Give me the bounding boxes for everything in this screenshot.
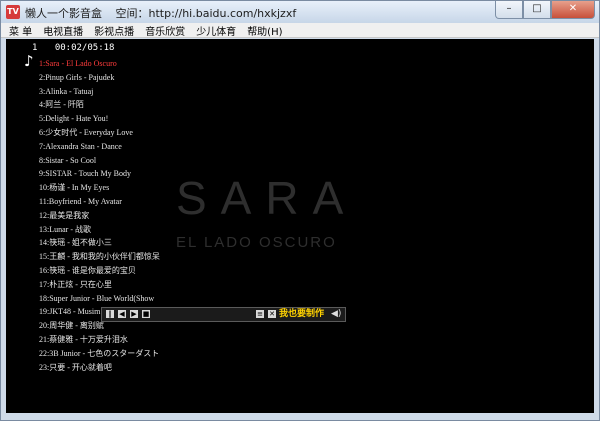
playlist-item[interactable]: 18:Super Junior - Blue World(Show	[39, 292, 189, 306]
menu-bar: 菜 单 电视直播 影视点播 音乐欣赏 少儿体育 帮助(H)	[1, 23, 599, 38]
playlist-item[interactable]: 21:蔡健雅 - 十万爱升泪水	[39, 333, 189, 347]
playlist-item[interactable]: 3:Alinka - Tatuaj	[39, 85, 189, 99]
playlist-item[interactable]: 10:杨谨 - In My Eyes	[39, 181, 189, 195]
tv-app-icon: TV	[6, 5, 20, 19]
playlist-item[interactable]: 7:Alexandra Stan - Dance	[39, 140, 189, 154]
playlist-item[interactable]: 23:只要 - 开心就着吧	[39, 361, 189, 375]
space-url: 空间：http://hi.baidu.com/hxkjzxf	[115, 7, 297, 20]
make-your-own-link[interactable]: 我也要制作	[279, 308, 324, 321]
playlist-item[interactable]: 14:筷瑶 - 姐不做小三	[39, 236, 189, 250]
volume-icon[interactable]: ◀)	[331, 309, 341, 320]
menu-tv-live[interactable]: 电视直播	[43, 23, 83, 38]
playlist-item[interactable]: 4:阿兰 - 阡陌	[39, 98, 189, 112]
menu-help[interactable]: 帮助(H)	[247, 23, 282, 38]
window-title: 懒人一个影音盒 空间：http://hi.baidu.com/hxkjzxf	[25, 5, 306, 21]
menu-music[interactable]: 音乐欣赏	[145, 23, 185, 38]
window-controls: – □ ✕	[495, 1, 595, 19]
menu-kids-sports[interactable]: 少儿体育	[196, 23, 236, 38]
app-title: 懒人一个影音盒	[25, 7, 102, 20]
previous-icon[interactable]: ◀	[118, 310, 126, 318]
playback-time: 00:02/05:18	[54, 43, 115, 53]
playlist-item[interactable]: 11:Boyfriend - My Avatar	[39, 195, 189, 209]
next-icon[interactable]: ▶	[130, 310, 138, 318]
playlist-item[interactable]: 1:Sara - El Lado Oscuro	[39, 57, 189, 71]
playlist-item[interactable]: 12:最美是我家	[39, 209, 189, 223]
playlist-item[interactable]: 22:3B Junior - 七色のスターダスト	[39, 347, 189, 361]
playlist-item[interactable]: 9:SISTAR - Touch My Body	[39, 167, 189, 181]
close-button[interactable]: ✕	[551, 1, 595, 19]
minimize-button[interactable]: –	[495, 1, 523, 19]
playlist-item[interactable]: 5:Delight - Hate You!	[39, 112, 189, 126]
menu-video-on-demand[interactable]: 影视点播	[94, 23, 134, 38]
maximize-button[interactable]: □	[523, 1, 551, 19]
app-window: TV 懒人一个影音盒 空间：http://hi.baidu.com/hxkjzx…	[0, 0, 600, 421]
playlist-item[interactable]: 2:Pinup Girls - Pajudek	[39, 71, 189, 85]
now-playing-title: SARA	[176, 172, 358, 224]
music-note-icon: ♪	[24, 52, 34, 70]
playlist-item[interactable]: 8:Sistar - So Cool	[39, 154, 189, 168]
playlist-item[interactable]: 16:筷瑶 - 谁是你最爱的宝贝	[39, 264, 189, 278]
playlist-item[interactable]: 13:Lunar - 战歌	[39, 223, 189, 237]
pause-icon[interactable]: ‖	[106, 310, 114, 318]
stop-icon[interactable]: ■	[142, 310, 150, 318]
playlist-item[interactable]: 6:少女时代 - Everyday Love	[39, 126, 189, 140]
menu-main[interactable]: 菜 单	[9, 23, 32, 38]
control-bar: ‖ ◀ ▶ ■ ≡ ✕ 我也要制作 ◀)	[101, 307, 346, 322]
now-playing-subtitle: EL LADO OSCURO	[176, 234, 337, 251]
playlist-item[interactable]: 17:朴正炫 - 只在心里	[39, 278, 189, 292]
playlist-item[interactable]: 15:王麟 - 我和我的小伙伴们都惊呆	[39, 250, 189, 264]
title-bar[interactable]: TV 懒人一个影音盒 空间：http://hi.baidu.com/hxkjzx…	[1, 1, 599, 23]
playback-status: 1 00:02/05:18	[32, 43, 114, 53]
player-area[interactable]: 1 00:02/05:18 ♪ 1:Sara - El Lado Oscuro 2…	[6, 39, 594, 413]
playlist: 1:Sara - El Lado Oscuro 2:Pinup Girls - P…	[39, 57, 189, 374]
fullscreen-icon[interactable]: ✕	[268, 310, 276, 318]
list-icon[interactable]: ≡	[256, 310, 264, 318]
